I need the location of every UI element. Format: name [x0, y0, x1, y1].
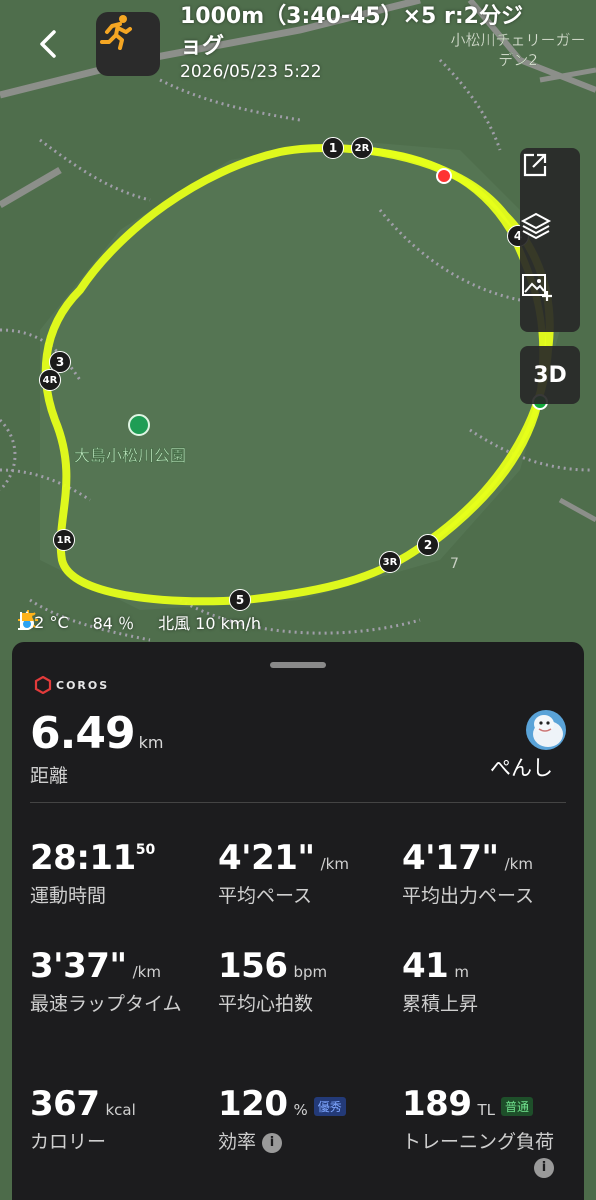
route-marker: 1 — [322, 137, 344, 159]
stat-unit: /km — [504, 855, 533, 873]
running-icon — [100, 15, 132, 50]
stat-avg-power-pace: 4'17" /km 平均出力ペース — [402, 838, 582, 910]
stat-value: 28:11 — [30, 838, 136, 878]
stat-value: 189 — [402, 1084, 472, 1124]
layers-icon — [520, 212, 552, 240]
map-misc-label: 7 — [450, 556, 459, 572]
stat-avg-pace: 4'21" /km 平均ペース — [218, 838, 398, 910]
brand-logo: COROS — [34, 674, 109, 696]
brand-name: COROS — [56, 678, 110, 692]
route-marker: 5 — [229, 589, 251, 611]
stat-fastest-lap: 3'37" /km 最速ラップタイム — [30, 946, 200, 1018]
stat-value: 4'21" — [218, 838, 315, 878]
map-canvas — [0, 0, 596, 660]
route-marker: 2R — [351, 137, 373, 159]
stat-avg-heart-rate: 156 bpm 平均心拍数 — [218, 946, 398, 1018]
coros-logo-icon — [34, 676, 52, 694]
activity-summary-panel: COROS 6.49 km 距離 ぺんし 28:1150 運動時間 4'21" /k… — [12, 642, 584, 1200]
stat-value: 3'37" — [30, 946, 127, 986]
add-photo-button[interactable] — [520, 270, 580, 330]
stat-value: 4'17" — [402, 838, 499, 878]
stat-unit: kcal — [105, 1101, 136, 1119]
share-button[interactable] — [520, 150, 580, 210]
distance-value: 6.49 — [30, 708, 136, 759]
stat-calories: 367 kcal カロリー — [30, 1084, 210, 1156]
training-load-badge: 普通 — [501, 1097, 534, 1116]
stat-label: 平均心拍数 — [218, 993, 314, 1015]
chevron-left-icon — [40, 30, 56, 58]
stat-unit: % — [293, 1101, 308, 1119]
stat-label: 運動時間 — [30, 885, 107, 907]
wind-value: 北風 10 km/h — [158, 614, 261, 633]
stat-value: 41 — [402, 946, 449, 986]
route-marker: 4R — [39, 369, 61, 391]
drag-handle[interactable] — [270, 662, 326, 668]
poi-label: 小松川チェリーガーデン2 — [450, 31, 586, 69]
stat-label: 平均ペース — [218, 885, 313, 907]
distance-block: 6.49 km 距離 — [30, 708, 163, 788]
divider — [30, 802, 566, 803]
distance-label: 距離 — [30, 765, 69, 787]
view-3d-button[interactable]: 3D — [520, 346, 580, 404]
stat-value: 367 — [30, 1084, 100, 1124]
humidity-value: 84 ％ — [92, 614, 135, 633]
stat-unit: /km — [320, 855, 349, 873]
activity-type-badge — [96, 12, 160, 76]
layers-button[interactable] — [520, 210, 580, 270]
stat-training-load: 189 TL 普通 トレーニング負荷 — [402, 1084, 562, 1156]
weather-bar: 12 °C 84 ％ 北風 10 km/h — [18, 610, 261, 634]
route-map[interactable]: 1 2R 4 3 4R 1R 3R 2 5 1000m（3:40-45）×5 r:2分ジョグ 2… — [0, 0, 596, 660]
stat-label: 最速ラップタイム — [30, 993, 182, 1015]
info-icon[interactable]: i — [262, 1132, 283, 1153]
stat-efficiency: 120% 優秀 効率 i — [218, 1084, 398, 1156]
park-label: 大島小松川公園 — [74, 446, 187, 465]
stat-label: 効率 — [218, 1131, 257, 1153]
stat-value: 156 — [218, 946, 288, 986]
stat-sub-value: 50 — [135, 842, 156, 858]
route-marker: 1R — [53, 529, 75, 551]
map-toolbar — [520, 148, 580, 332]
add-photo-icon — [522, 274, 552, 301]
share-icon — [523, 153, 547, 177]
route-marker: 3R — [379, 551, 401, 573]
avatar[interactable] — [526, 710, 566, 750]
stat-label: 累積上昇 — [402, 993, 479, 1015]
stat-unit: TL — [477, 1101, 496, 1119]
workout-datetime: 2026/05/23 5:22 — [180, 62, 322, 82]
stat-label: トレーニング負荷 — [402, 1131, 555, 1153]
distance-unit: km — [138, 733, 164, 752]
stat-label: カロリー — [30, 1131, 107, 1153]
stat-label: 平均出力ペース — [402, 885, 535, 907]
efficiency-badge: 優秀 — [313, 1097, 346, 1116]
stat-elevation-gain: 41 m 累積上昇 — [402, 946, 582, 1018]
route-marker: 2 — [417, 534, 439, 556]
stat-unit: m — [454, 963, 469, 981]
stat-duration: 28:1150 運動時間 — [30, 838, 210, 910]
stat-unit: /km — [132, 963, 161, 981]
stat-label-row: 効率 i — [218, 1128, 398, 1156]
info-icon[interactable]: i — [534, 1158, 554, 1178]
stat-value: 120 — [218, 1084, 288, 1124]
back-button[interactable] — [28, 24, 68, 64]
park-icon — [128, 414, 150, 436]
user-name[interactable]: ぺんし — [490, 752, 553, 782]
stat-unit: bpm — [293, 963, 328, 981]
